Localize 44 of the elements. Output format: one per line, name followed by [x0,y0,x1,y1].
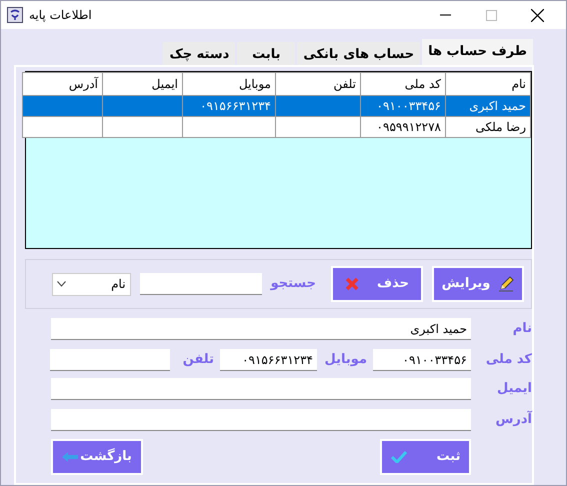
search-field[interactable] [140,273,262,295]
delete-button[interactable]: حذف [331,266,423,302]
chevron-icon [56,281,66,287]
table-cell: رضا ملکی [446,116,530,138]
field-label: کد ملی [484,351,532,370]
input-field[interactable] [51,378,471,400]
maximize-icon [486,10,496,20]
search-label: جستجو [270,275,316,294]
search-by-dropdown[interactable]: نام [52,272,131,296]
tab[interactable]: دسته چک [163,42,236,65]
column-header: آدرس [22,72,102,96]
submit-button[interactable]: ثبت [380,439,471,475]
field-label: موبایل [324,351,367,370]
tab[interactable]: حساب های بانکی [297,42,420,65]
table-cell: حمید اکبری [446,96,530,116]
column-header: موبایل [182,72,276,96]
edit-button[interactable]: ویرایش [432,266,524,302]
table-cell: ۰۹۵۹۹۱۲۲۷۸ [360,116,446,138]
column-header: کد ملی [360,72,446,96]
app-icon [7,7,23,23]
delete-icon [345,277,360,291]
column-header: نام [446,72,530,96]
input-field[interactable]: ۰۹۱۵۶۶۳۱۲۳۴ [220,349,317,371]
column-header: تلفن [276,72,360,96]
tab[interactable]: بابت [237,42,296,65]
table-cell: ۰۹۱۰۰۳۳۴۵۶ [360,96,446,116]
table-cell: ۰۹۱۵۶۶۳۱۲۳۴ [182,96,276,116]
tab[interactable]: طرف حساب ها [422,39,533,65]
input-field[interactable] [50,349,170,371]
minimize-icon [440,14,450,16]
back-button[interactable]: بازگشت [51,439,143,475]
field-label: نام [512,320,532,338]
field-label: ایمیل [496,380,532,398]
window-title: اطلاعات پایه [29,7,92,24]
column-header: ایمیل [102,72,182,96]
pencil-icon [498,276,514,292]
close-icon [530,8,544,22]
input-field[interactable] [51,409,471,431]
arrow-left-icon [62,452,78,462]
input-field[interactable]: ۰۹۱۰۰۳۳۴۵۶ [373,349,471,371]
field-label: تلفن [182,351,214,370]
checkmark-icon [390,451,407,463]
input-field[interactable]: حمید اکبری [51,318,471,340]
field-label: آدرس [494,410,532,430]
